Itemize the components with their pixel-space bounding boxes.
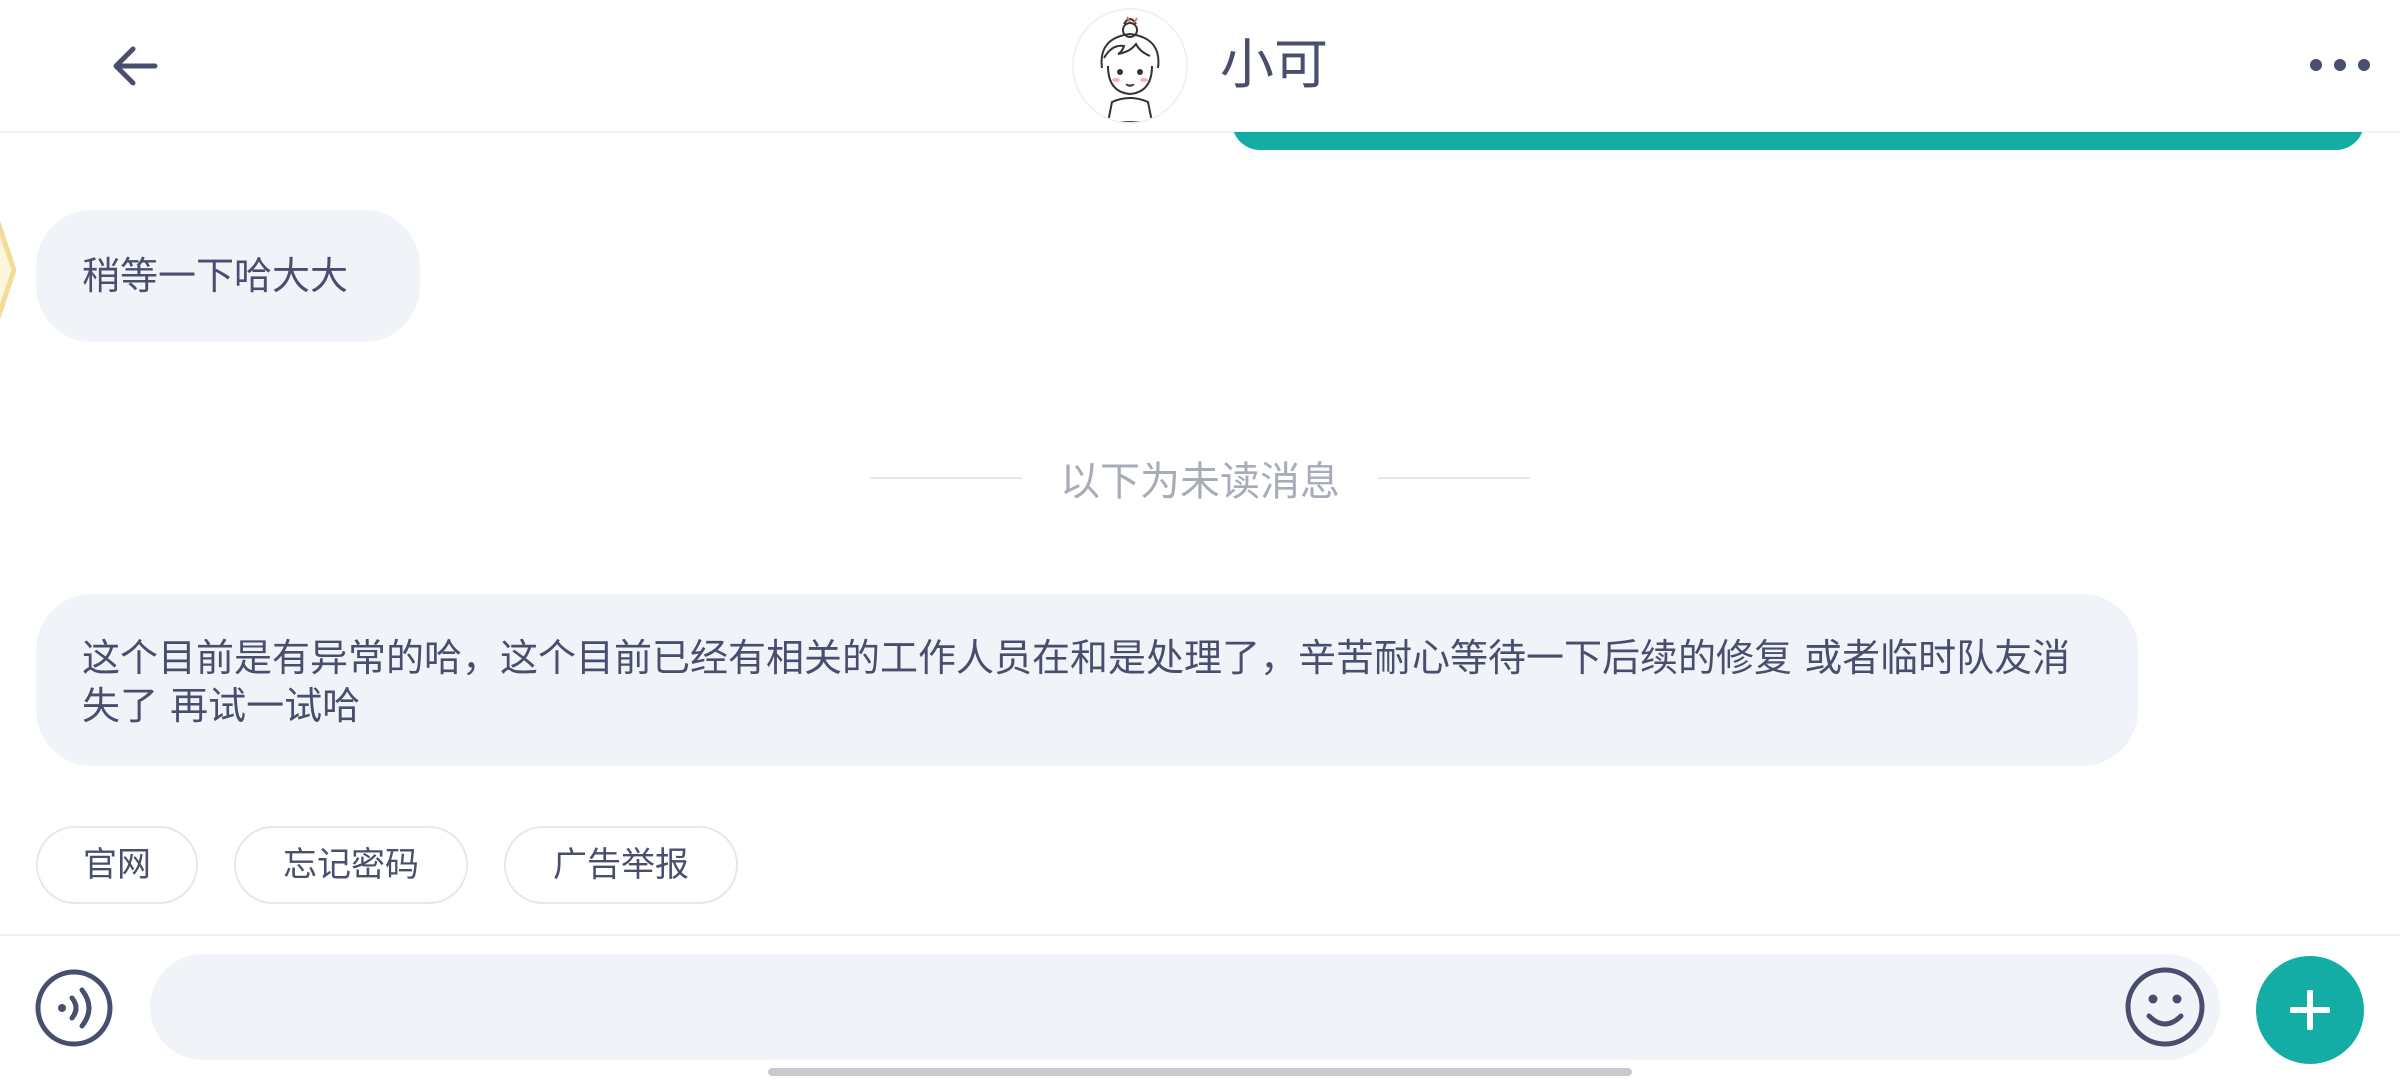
more-actions-button[interactable] (2256, 956, 2364, 1064)
message-bubble: 这个目前是有异常的哈，这个目前已经有相关的工作人员在和是处理了，辛苦耐心等待一下… (36, 594, 2138, 766)
home-indicator[interactable] (768, 1068, 1632, 1076)
page-title: 小可 (1220, 33, 1328, 96)
voice-icon (35, 969, 113, 1047)
quick-reply-forgot-password[interactable]: 忘记密码 (234, 826, 468, 904)
message-text: 这个目前是有异常的哈，这个目前已经有相关的工作人员在和是处理了，辛苦耐心等待一下… (82, 636, 2071, 728)
agent-avatar-icon (0, 220, 16, 320)
smiley-icon (2125, 967, 2205, 1047)
more-options-button[interactable] (2300, 40, 2380, 90)
message-bubble: 稍等一下哈大大 (36, 210, 420, 342)
message-text: 稍等一下哈大大 (82, 254, 349, 298)
back-button[interactable] (95, 30, 175, 102)
chat-header: 小可 (0, 0, 2400, 133)
more-dots-icon (2310, 59, 2370, 71)
message-input[interactable] (150, 954, 2220, 1060)
divider-line-right (1378, 477, 1530, 479)
plus-icon (2290, 990, 2330, 1030)
emoji-button[interactable] (2124, 966, 2206, 1048)
avatar[interactable] (1072, 8, 1188, 124)
cartoon-girl-avatar-icon (1075, 11, 1185, 122)
voice-input-button[interactable] (34, 968, 114, 1048)
unread-divider: 以下为未读消息 (870, 448, 1530, 508)
quick-reply-official-site[interactable]: 官网 (36, 826, 198, 904)
divider-line-left (870, 477, 1022, 479)
quick-reply-report-ad[interactable]: 广告举报 (504, 826, 738, 904)
chat-screen: 小可 稍等一下哈大大 以下为未读消息 这个目前是有异常的哈，这个目前已经有相关的… (0, 0, 2400, 1080)
arrow-left-icon (113, 46, 158, 86)
input-bar (0, 934, 2400, 1080)
unread-divider-label: 以下为未读消息 (1060, 459, 1340, 505)
